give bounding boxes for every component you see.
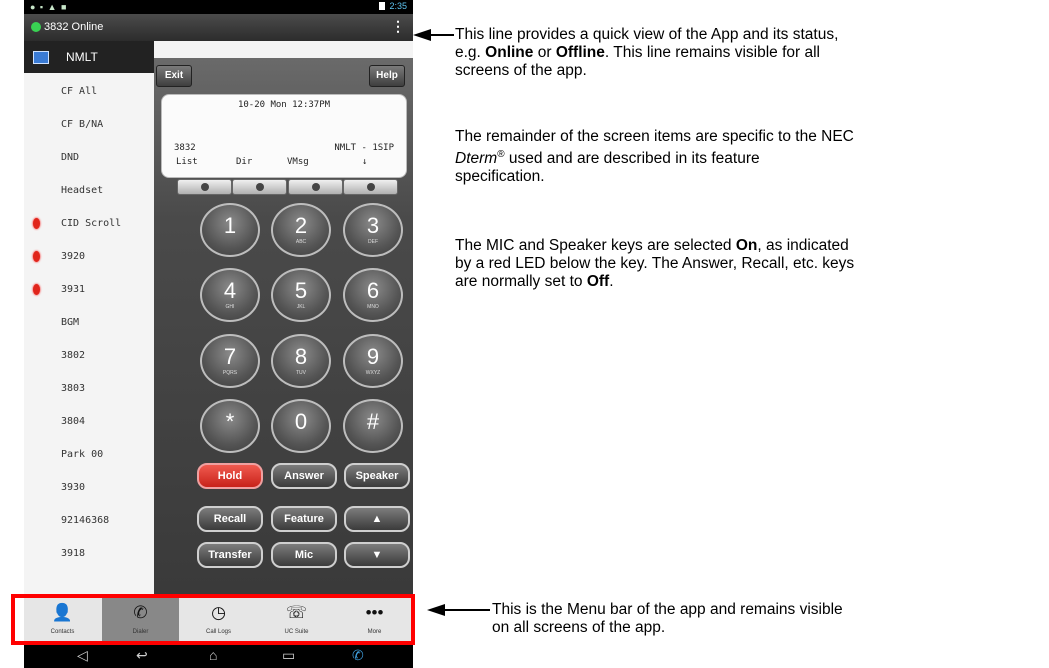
- lcd-softkey-label: ↓: [362, 157, 368, 167]
- programmable-key[interactable]: CF All: [24, 75, 154, 108]
- key-label: 3802: [61, 350, 86, 361]
- menu-bar-note: This is the Menu bar of the app and rema…: [492, 601, 843, 636]
- feature-button[interactable]: Feature: [271, 506, 337, 532]
- dial-key-5[interactable]: 5 JKL: [271, 268, 331, 322]
- key-label: 3930: [61, 482, 86, 493]
- home-icon[interactable]: ⌂: [209, 647, 217, 663]
- dial-key-6[interactable]: 6 MNO: [343, 268, 403, 322]
- down-arrow-button[interactable]: ▼: [344, 542, 410, 568]
- arrow-line: [442, 609, 490, 611]
- app-status-line: 3832 Online ⋮: [24, 14, 413, 41]
- mic-speaker-note: The MIC and Speaker keys are selected On…: [455, 237, 855, 290]
- key-label: 92146368: [61, 515, 110, 526]
- programmable-key-list: CF All CF B/NA DND Headset CID Scroll 39…: [24, 75, 154, 570]
- line-header-label: NMLT: [66, 50, 98, 64]
- lcd-softkey-label: VMsg: [287, 157, 309, 167]
- key-label: BGM: [61, 317, 80, 328]
- app-status-text: 3832 Online: [44, 21, 104, 33]
- key-label: 3920: [61, 251, 86, 262]
- key-label: CID Scroll: [61, 218, 122, 229]
- dial-key-4[interactable]: 4 GHI: [200, 268, 260, 322]
- arrow-line: [428, 34, 454, 36]
- softkey-button[interactable]: [343, 179, 398, 195]
- phone-icon[interactable]: ✆: [352, 647, 364, 664]
- dial-key-7[interactable]: 7 PQRS: [200, 334, 260, 388]
- dial-key-hash[interactable]: #: [343, 399, 403, 453]
- status-line-note: This line provides a quick view of the A…: [455, 26, 839, 79]
- key-label: 3918: [61, 548, 86, 559]
- volume-icon[interactable]: ◁: [77, 647, 88, 664]
- key-label: 3803: [61, 383, 86, 394]
- up-arrow-button[interactable]: ▲: [344, 506, 410, 532]
- led-icon: [33, 218, 40, 229]
- dial-key-3[interactable]: 3 DEF: [343, 203, 403, 257]
- lcd-datetime: 10-20 Mon 12:37PM: [237, 100, 331, 110]
- answer-button[interactable]: Answer: [271, 463, 337, 489]
- led-icon: [33, 251, 40, 262]
- programmable-key[interactable]: 3931: [24, 273, 154, 306]
- exit-button[interactable]: Exit: [156, 65, 192, 87]
- lcd-softkey-label: List: [176, 157, 198, 167]
- programmable-key[interactable]: 3802: [24, 339, 154, 372]
- dial-key-1[interactable]: 1: [200, 203, 260, 257]
- lcd-display: 10-20 Mon 12:37PM 3832 NMLT - 1SIP List …: [161, 94, 407, 178]
- programmable-key[interactable]: DND: [24, 141, 154, 174]
- lcd-softkey-label: Dir: [236, 157, 253, 167]
- programmable-key[interactable]: Park 00: [24, 438, 154, 471]
- online-status-icon: [31, 22, 41, 32]
- key-label: CF B/NA: [61, 119, 104, 130]
- programmable-key[interactable]: 3930: [24, 471, 154, 504]
- softkey-button[interactable]: [232, 179, 287, 195]
- transfer-button[interactable]: Transfer: [197, 542, 263, 568]
- dial-key-9[interactable]: 9 WXYZ: [343, 334, 403, 388]
- key-label: Headset: [61, 185, 104, 196]
- battery-icon: [379, 2, 386, 10]
- overflow-menu-icon[interactable]: ⋮: [391, 18, 405, 35]
- programmable-key[interactable]: 3918: [24, 537, 154, 570]
- notification-icons: ● ▪ ▲ ■: [30, 2, 68, 12]
- dterm-note: The remainder of the screen items are sp…: [455, 128, 854, 186]
- status-right: 2:35: [379, 1, 407, 11]
- key-label: Park 00: [61, 449, 104, 460]
- dial-key-0[interactable]: 0: [271, 399, 331, 453]
- programmable-key[interactable]: 3803: [24, 372, 154, 405]
- line-header: NMLT: [24, 41, 154, 73]
- help-button[interactable]: Help: [369, 65, 405, 87]
- key-label: 3931: [61, 284, 86, 295]
- programmable-key[interactable]: BGM: [24, 306, 154, 339]
- lcd-extension: 3832: [174, 143, 196, 153]
- programmable-key[interactable]: CID Scroll: [24, 207, 154, 240]
- key-label: 3804: [61, 416, 86, 427]
- recent-apps-icon[interactable]: ▭: [282, 647, 295, 664]
- programmable-key[interactable]: 92146368: [24, 504, 154, 537]
- programmable-key[interactable]: 3804: [24, 405, 154, 438]
- dial-key-star[interactable]: *: [200, 399, 260, 453]
- android-nav-bar: ◁ ↩ ⌂ ▭ ✆: [24, 642, 413, 668]
- line-flag-icon: [33, 51, 49, 64]
- back-icon[interactable]: ↩: [136, 647, 148, 664]
- mic-button[interactable]: Mic: [271, 542, 337, 568]
- android-status-bar: ● ▪ ▲ ■ 2:35: [24, 0, 413, 14]
- softkey-button[interactable]: [177, 179, 232, 195]
- clock-time: 2:35: [389, 1, 407, 11]
- recall-button[interactable]: Recall: [197, 506, 263, 532]
- key-label: CF All: [61, 86, 98, 97]
- menu-bar-highlight: [11, 594, 415, 645]
- dial-key-2[interactable]: 2 ABC: [271, 203, 331, 257]
- programmable-key[interactable]: CF B/NA: [24, 108, 154, 141]
- programmable-key[interactable]: 3920: [24, 240, 154, 273]
- speaker-button[interactable]: Speaker: [344, 463, 410, 489]
- key-label: DND: [61, 152, 80, 163]
- phone-screenshot: ● ▪ ▲ ■ 2:35 3832 Online ⋮ NMLT CF All C…: [24, 0, 413, 668]
- programmable-key[interactable]: Headset: [24, 174, 154, 207]
- dial-key-8[interactable]: 8 TUV: [271, 334, 331, 388]
- softkey-button[interactable]: [288, 179, 343, 195]
- dterm-phone-panel: Exit Help 10-20 Mon 12:37PM 3832 NMLT - …: [154, 58, 413, 595]
- lcd-line-name: NMLT - 1SIP: [334, 143, 394, 153]
- led-icon: [33, 284, 40, 295]
- hold-button[interactable]: Hold: [197, 463, 263, 489]
